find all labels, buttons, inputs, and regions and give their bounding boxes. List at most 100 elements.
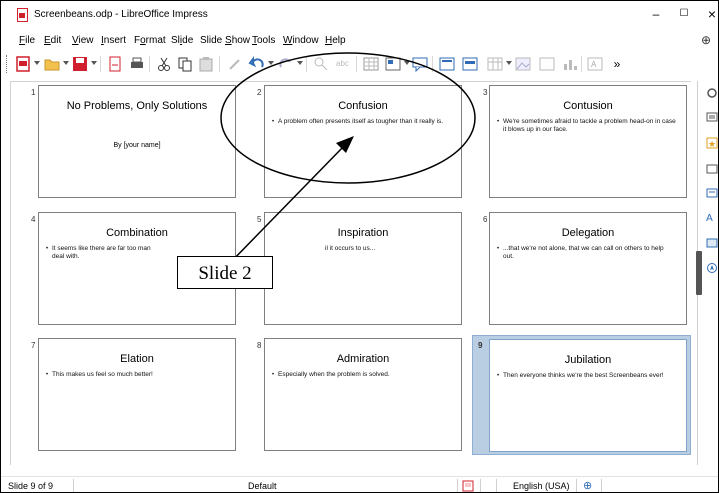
toolbar-separator	[432, 56, 433, 72]
menu-file[interactable]: File	[19, 35, 35, 46]
navigator-icon[interactable]	[706, 262, 718, 274]
slide-layout-icon[interactable]	[461, 55, 479, 73]
status-bar: Slide 9 of 9 Default English (USA) ⊕	[1, 476, 718, 492]
chevron-down-icon[interactable]	[268, 61, 274, 65]
slide-thumbnail-6[interactable]: Delegation • ...that we're not alone, tha…	[489, 212, 687, 325]
redo-icon[interactable]	[277, 55, 295, 73]
callout-label: Slide 2	[198, 263, 252, 284]
chevron-down-icon[interactable]	[506, 61, 512, 65]
globe-icon[interactable]: ⊕	[701, 33, 715, 47]
menu-window[interactable]: Window	[283, 35, 319, 46]
menu-slide[interactable]: Slide	[171, 35, 193, 46]
slide-thumbnail-2[interactable]: Confusion • A problem often presents itse…	[264, 85, 462, 198]
bullet-icon: •	[272, 119, 275, 125]
slide-body-text: Then everyone thinks we're the best Scre…	[503, 372, 664, 379]
grid-icon[interactable]	[362, 55, 380, 73]
bullet-icon: •	[497, 119, 500, 125]
chevron-down-icon[interactable]	[34, 61, 40, 65]
status-separator	[496, 479, 497, 492]
new-slide-icon[interactable]	[14, 55, 32, 73]
status-separator	[73, 479, 74, 492]
animation-star-icon[interactable]: ★	[706, 137, 718, 149]
slide-number: 8	[257, 341, 262, 350]
minimize-button[interactable]: –	[648, 5, 664, 23]
comment-icon[interactable]	[411, 55, 429, 73]
toolbar-more-button[interactable]: »	[608, 55, 626, 73]
app-window: Screenbeans.odp - LibreOffice Impress – …	[0, 0, 719, 493]
slide-number: 5	[257, 215, 262, 224]
properties-gear-icon[interactable]	[706, 87, 718, 99]
slide-body: il it occurs to us...	[325, 245, 451, 253]
selection-mode-icon[interactable]: ⊕	[583, 479, 592, 492]
spelling-icon[interactable]: abc	[334, 55, 352, 73]
find-replace-icon[interactable]	[312, 55, 330, 73]
export-pdf-icon[interactable]	[106, 55, 124, 73]
styles-icon[interactable]	[706, 187, 718, 199]
svg-text:abc: abc	[336, 59, 349, 68]
clone-formatting-icon[interactable]	[226, 55, 244, 73]
paste-icon[interactable]	[197, 55, 215, 73]
master-slides-icon[interactable]	[706, 163, 718, 175]
menu-view[interactable]: View	[72, 35, 94, 46]
menu-tools[interactable]: Tools	[252, 35, 275, 46]
slide-number: 3	[483, 88, 488, 97]
slide-body-text: A problem often presents itself as tough…	[278, 118, 444, 125]
table-icon[interactable]	[486, 55, 504, 73]
chart-icon[interactable]	[561, 55, 579, 73]
master-slide-name[interactable]: Default	[248, 481, 277, 491]
slide-thumbnail-5[interactable]: Inspiration il it occurs to us...	[264, 212, 462, 325]
slide-number: 4	[31, 215, 36, 224]
copy-icon[interactable]	[176, 55, 194, 73]
fontwork-icon[interactable]: A	[706, 211, 718, 223]
callout-label-box: Slide 2	[177, 256, 273, 289]
language-status[interactable]: English (USA)	[513, 481, 570, 491]
slide-number: 6	[483, 215, 488, 224]
sidebar-collapse-handle[interactable]	[696, 251, 702, 295]
text-box-icon[interactable]: A	[586, 55, 604, 73]
slide-title: No Problems, Only Solutions	[66, 100, 208, 112]
status-separator	[480, 479, 481, 492]
display-views-icon[interactable]	[384, 55, 402, 73]
chevron-down-icon[interactable]	[91, 61, 97, 65]
slide-thumbnail-8[interactable]: Admiration • Especially when the problem …	[264, 338, 462, 451]
media-icon[interactable]	[538, 55, 556, 73]
slide-body: • A problem often presents itself as toug…	[272, 118, 451, 126]
open-folder-icon[interactable]	[43, 55, 61, 73]
cut-icon[interactable]	[155, 55, 173, 73]
save-icon[interactable]	[71, 55, 89, 73]
maximize-button[interactable]: ☐	[676, 5, 692, 23]
chevron-down-icon[interactable]	[63, 61, 69, 65]
image-icon[interactable]	[514, 55, 532, 73]
status-separator	[576, 479, 577, 492]
menu-edit[interactable]: Edit	[44, 35, 61, 46]
toolbar-separator	[100, 56, 101, 72]
slide-thumbnail-3[interactable]: Contusion • We're sometimes afraid to tac…	[489, 85, 687, 198]
slide-thumbnail-1[interactable]: No Problems, Only Solutions By [your nam…	[38, 85, 236, 198]
slide-body: • This makes us feel so much better!	[46, 371, 225, 379]
new-page-icon[interactable]	[438, 55, 456, 73]
svg-text:A: A	[591, 60, 597, 69]
slide-transition-icon[interactable]	[706, 111, 718, 123]
slide-thumbnail-9[interactable]: Jubilation • Then everyone thinks we're t…	[489, 339, 687, 452]
status-separator	[457, 479, 458, 492]
toolbar-grip[interactable]	[6, 55, 8, 73]
toolbar-separator	[149, 56, 150, 72]
slide-thumbnail-7[interactable]: Elation • This makes us feel so much bett…	[38, 338, 236, 451]
chevron-down-icon[interactable]	[404, 61, 410, 65]
document-modified-icon[interactable]	[462, 480, 474, 492]
menu-format[interactable]: Format	[134, 35, 166, 46]
undo-icon[interactable]	[248, 55, 266, 73]
menu-insert[interactable]: Insert	[101, 35, 126, 46]
menu-help[interactable]: Help	[325, 35, 346, 46]
menu-slide-show[interactable]: Slide Show	[200, 35, 250, 46]
slide-body: • Then everyone thinks we're the best Scr…	[497, 372, 676, 380]
slide-title: Admiration	[336, 353, 390, 365]
chevron-down-icon[interactable]	[297, 61, 303, 65]
gallery-icon[interactable]	[706, 237, 718, 249]
slide-body-text: This makes us feel so much better!	[52, 371, 153, 378]
toolbar-separator	[219, 56, 220, 72]
bullet-icon: •	[46, 246, 49, 252]
print-icon[interactable]	[128, 55, 146, 73]
close-button[interactable]: ×	[704, 5, 718, 23]
slide-position: Slide 9 of 9	[8, 481, 54, 491]
